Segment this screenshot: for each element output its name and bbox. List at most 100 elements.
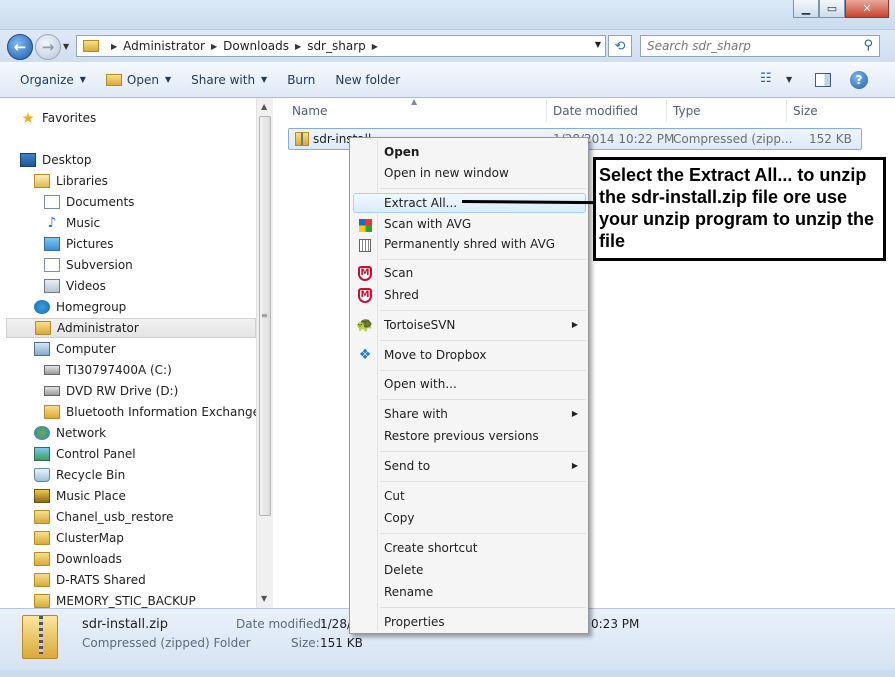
close-button[interactable]: ✕: [845, 0, 889, 18]
menu-item-share-with[interactable]: Share with: [384, 407, 448, 421]
nav-documents[interactable]: Documents: [44, 192, 134, 212]
details-created-tail: 0:23 PM: [591, 617, 640, 631]
burn-button[interactable]: Burn: [287, 73, 315, 87]
open-button[interactable]: Open ▼: [105, 73, 171, 87]
nav-scrollbar[interactable]: ▲ ≡ ▼: [256, 98, 273, 608]
column-divider[interactable]: [666, 100, 667, 122]
menu-item-create-shortcut[interactable]: Create shortcut: [384, 541, 477, 555]
share-with-button[interactable]: Share with ▼: [191, 73, 267, 87]
menu-item-open[interactable]: Open: [384, 145, 419, 159]
menu-item-delete[interactable]: Delete: [384, 563, 423, 577]
nav-subversion[interactable]: Subversion: [44, 255, 133, 275]
menu-item-tortoisesvn[interactable]: TortoiseSVN: [384, 318, 455, 332]
back-button[interactable]: ←: [7, 34, 33, 60]
column-divider[interactable]: [546, 100, 547, 122]
nav-libraries[interactable]: Libraries: [34, 171, 108, 191]
chevron-right-icon[interactable]: ▶: [211, 42, 217, 51]
column-type[interactable]: Type: [673, 98, 701, 124]
search-icon[interactable]: ⚲: [863, 38, 873, 53]
tortoise-icon: 🐢: [356, 317, 374, 333]
nav-drats-shared[interactable]: D-RATS Shared: [34, 570, 146, 590]
nav-bluetooth[interactable]: Bluetooth Information Exchanger: [44, 402, 256, 422]
column-type-label: Type: [673, 104, 701, 118]
nav-desktop[interactable]: Desktop: [20, 150, 92, 170]
nav-clustermap[interactable]: ClusterMap: [34, 528, 124, 548]
navigation-pane: ★ Favorites Desktop Libraries Documents ♪…: [6, 98, 256, 608]
menu-item-shred-with-avg[interactable]: Permanently shred with AVG: [384, 237, 555, 251]
menu-item-open-with[interactable]: Open with...: [384, 377, 457, 391]
breadcrumb-downloads[interactable]: Downloads: [223, 39, 289, 53]
picture-icon: [44, 237, 60, 251]
scroll-down-icon[interactable]: ▼: [261, 594, 267, 603]
recent-pages-dropdown[interactable]: ▼: [63, 42, 69, 51]
column-size[interactable]: Size: [793, 98, 818, 124]
nav-computer[interactable]: Computer: [34, 339, 116, 359]
menu-item-shred[interactable]: Shred: [384, 288, 419, 302]
menu-item-extract-all[interactable]: Extract All...: [384, 196, 457, 210]
recycle-bin-icon: [34, 468, 50, 482]
nav-label: Homegroup: [56, 300, 127, 314]
minimize-button[interactable]: ▁: [793, 0, 819, 18]
music-place-icon: [34, 489, 50, 503]
menu-separator: [380, 259, 586, 260]
menu-item-copy[interactable]: Copy: [384, 511, 414, 525]
nav-music-place[interactable]: Music Place: [34, 486, 126, 506]
details-date-value: 1/28/: [320, 617, 351, 631]
nav-label: TI30797400A (C:): [66, 363, 172, 377]
chevron-down-icon[interactable]: ▼: [595, 40, 601, 49]
new-folder-button[interactable]: New folder: [335, 73, 400, 87]
menu-item-move-to-dropbox[interactable]: Move to Dropbox: [384, 348, 486, 362]
organize-button[interactable]: Organize ▼: [20, 73, 86, 87]
column-name[interactable]: Name: [292, 98, 327, 124]
chevron-right-icon[interactable]: ▶: [295, 42, 301, 51]
nav-label: Favorites: [42, 111, 97, 125]
breadcrumb-sdr-sharp[interactable]: sdr_sharp: [307, 39, 366, 53]
nav-videos[interactable]: Videos: [44, 276, 106, 296]
details-filename: sdr-install.zip: [82, 617, 168, 632]
menu-item-scan-with-avg[interactable]: Scan with AVG: [384, 217, 471, 231]
menu-item-rename[interactable]: Rename: [384, 585, 433, 599]
document-icon: [44, 258, 60, 272]
nav-drive-c[interactable]: TI30797400A (C:): [44, 360, 172, 380]
nav-homegroup[interactable]: Homegroup: [34, 297, 126, 317]
submenu-arrow-icon: ▶: [571, 461, 578, 470]
chevron-right-icon[interactable]: ▶: [111, 42, 117, 51]
nav-recycle-bin[interactable]: Recycle Bin: [34, 465, 125, 485]
menu-item-restore-previous-versions[interactable]: Restore previous versions: [384, 429, 539, 443]
menu-item-properties[interactable]: Properties: [384, 615, 445, 629]
maximize-button[interactable]: ▭: [819, 0, 845, 18]
breadcrumb-administrator[interactable]: Administrator: [123, 39, 205, 53]
menu-item-cut[interactable]: Cut: [384, 489, 405, 503]
column-date-modified[interactable]: Date modified: [553, 98, 638, 124]
help-icon[interactable]: ?: [850, 71, 868, 89]
nav-memory-stic-backup[interactable]: MEMORY_STIC_BACKUP: [34, 591, 196, 608]
nav-network[interactable]: Network: [34, 423, 106, 443]
address-bar[interactable]: ▶ Administrator ▶ Downloads ▶ sdr_sharp …: [76, 35, 606, 57]
nav-control-panel[interactable]: Control Panel: [34, 444, 136, 464]
search-box[interactable]: ⚲: [640, 35, 880, 57]
preview-pane-icon[interactable]: [815, 73, 831, 87]
menu-item-scan[interactable]: Scan: [384, 266, 413, 280]
nav-favorites[interactable]: ★ Favorites: [20, 108, 96, 128]
nav-label: Music Place: [56, 489, 126, 503]
column-divider[interactable]: [786, 100, 787, 122]
refresh-button[interactable]: ⟲: [608, 35, 632, 57]
search-input[interactable]: [647, 36, 847, 56]
scroll-up-icon[interactable]: ▲: [261, 102, 267, 111]
column-size-label: Size: [793, 104, 818, 118]
menu-item-send-to[interactable]: Send to: [384, 459, 430, 473]
nav-downloads[interactable]: Downloads: [34, 549, 122, 569]
nav-label: Downloads: [56, 552, 122, 566]
nav-pictures[interactable]: Pictures: [44, 234, 114, 254]
nav-chanel-usb-restore[interactable]: Chanel_usb_restore: [34, 507, 174, 527]
menu-item-open-new-window[interactable]: Open in new window: [384, 166, 509, 180]
forward-button[interactable]: →: [35, 34, 61, 60]
submenu-arrow-icon: ▶: [571, 320, 578, 329]
folder-icon: [34, 510, 50, 524]
chevron-down-icon[interactable]: ▼: [786, 75, 792, 84]
nav-music[interactable]: ♪ Music: [44, 213, 101, 233]
nav-administrator[interactable]: Administrator: [6, 318, 256, 338]
nav-drive-d[interactable]: DVD RW Drive (D:): [44, 381, 178, 401]
view-options-icon[interactable]: ☷: [760, 71, 772, 86]
chevron-right-icon[interactable]: ▶: [372, 42, 378, 51]
